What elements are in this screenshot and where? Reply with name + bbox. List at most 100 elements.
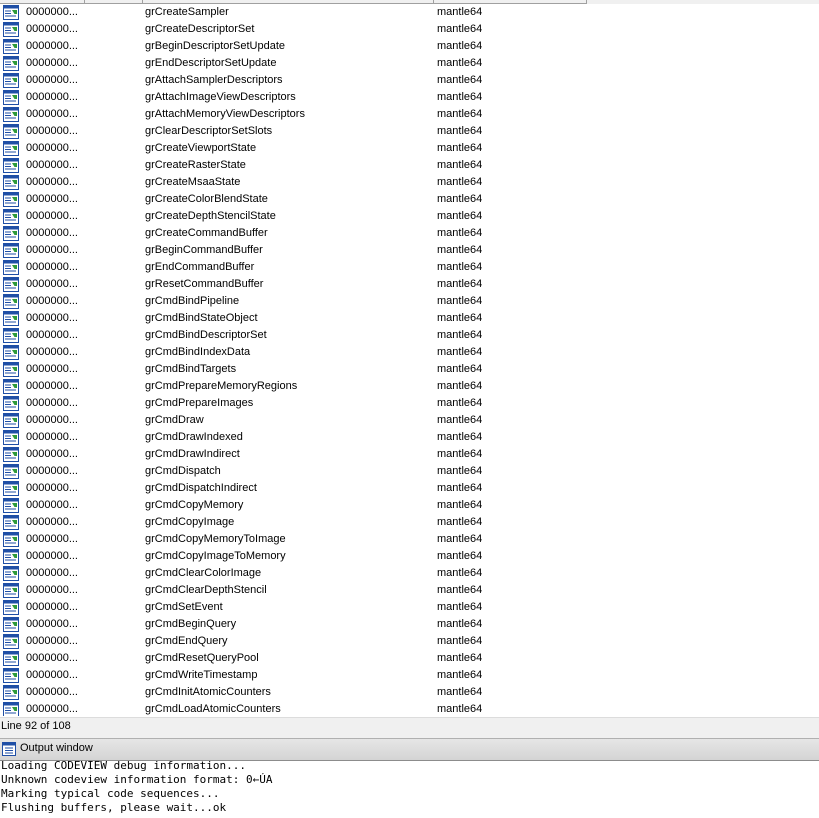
table-row[interactable]: 0000000... grCreateDescriptorSet mantle64 [0, 21, 819, 38]
function-name-cell: grCmdClearDepthStencil [145, 584, 267, 596]
table-row[interactable]: 0000000... grCmdResetQueryPool mantle64 [0, 650, 819, 667]
table-row[interactable]: 0000000... grCreateSampler mantle64 [0, 4, 819, 21]
function-name-cell: grAttachSamplerDescriptors [145, 74, 283, 86]
address-cell: 0000000... [26, 227, 78, 239]
address-cell: 0000000... [26, 465, 78, 477]
table-row[interactable]: 0000000... grBeginDescriptorSetUpdate mant… [0, 38, 819, 55]
table-row[interactable]: 0000000... grCreateColorBlendState mantle6… [0, 191, 819, 208]
library-cell: mantle64 [437, 125, 483, 137]
function-name-cell: grBeginCommandBuffer [145, 244, 263, 256]
imports-list[interactable]: 0000000... grCreateSampler mantle64 0000000… [0, 4, 819, 716]
table-row[interactable]: 0000000... grCreateCommandBuffer mantle64 [0, 225, 819, 242]
output-window-text[interactable]: Loading CODEVIEW debug information... Un… [0, 759, 819, 818]
table-row[interactable]: 0000000... grCmdClearDepthStencil mantle64 [0, 582, 819, 599]
table-row[interactable]: 0000000... grAttachMemoryViewDescriptors m… [0, 106, 819, 123]
import-function-icon [3, 651, 19, 666]
table-row[interactable]: 0000000... grCreateMsaaState mantle64 [0, 174, 819, 191]
table-row[interactable]: 0000000... grAttachSamplerDescriptors mant… [0, 72, 819, 89]
output-window-header[interactable]: Output window [0, 738, 819, 761]
table-row[interactable]: 0000000... grCmdCopyImageToMemory mantle64 [0, 548, 819, 565]
function-name-cell: grCreateMsaaState [145, 176, 241, 188]
table-row[interactable]: 0000000... grCmdBindIndexData mantle64 [0, 344, 819, 361]
function-name-cell: grCmdBindIndexData [145, 346, 251, 358]
import-function-icon [3, 73, 19, 88]
table-row[interactable]: 0000000... grClearDescriptorSetSlots mantl… [0, 123, 819, 140]
library-cell: mantle64 [437, 244, 483, 256]
address-cell: 0000000... [26, 23, 78, 35]
table-row[interactable]: 0000000... grCmdPrepareMemoryRegions mantl… [0, 378, 819, 395]
import-function-icon [3, 5, 19, 20]
table-row[interactable]: 0000000... grCreateDepthStencilState mantl… [0, 208, 819, 225]
table-row[interactable]: 0000000... grCmdSetEvent mantle64 [0, 599, 819, 616]
import-function-icon [3, 311, 19, 326]
address-cell: 0000000... [26, 414, 78, 426]
table-row[interactable]: 0000000... grCmdPrepareImages mantle64 [0, 395, 819, 412]
library-cell: mantle64 [437, 159, 483, 171]
table-row[interactable]: 0000000... grCmdClearColorImage mantle64 [0, 565, 819, 582]
function-name-cell: grCmdDrawIndirect [145, 448, 240, 460]
table-row[interactable]: 0000000... grCmdBindPipeline mantle64 [0, 293, 819, 310]
table-row[interactable]: 0000000... grCmdCopyMemoryToImage mantle64 [0, 531, 819, 548]
address-cell: 0000000... [26, 635, 78, 647]
table-row[interactable]: 0000000... grCmdInitAtomicCounters mantle6… [0, 684, 819, 701]
function-name-cell: grCmdBeginQuery [145, 618, 237, 630]
function-name-cell: grCmdBindStateObject [145, 312, 258, 324]
table-row[interactable]: 0000000... grCmdDispatchIndirect mantle64 [0, 480, 819, 497]
table-row[interactable]: 0000000... grBeginCommandBuffer mantle64 [0, 242, 819, 259]
library-cell: mantle64 [437, 74, 483, 86]
table-row[interactable]: 0000000... grCmdBindTargets mantle64 [0, 361, 819, 378]
table-row[interactable]: 0000000... grCmdDraw mantle64 [0, 412, 819, 429]
library-cell: mantle64 [437, 533, 483, 545]
table-row[interactable]: 0000000... grCmdWriteTimestamp mantle64 [0, 667, 819, 684]
library-cell: mantle64 [437, 516, 483, 528]
table-row[interactable]: 0000000... grCmdDrawIndirect mantle64 [0, 446, 819, 463]
table-row[interactable]: 0000000... grCmdLoadAtomicCounters mantle6… [0, 701, 819, 716]
table-row[interactable]: 0000000... grAttachImageViewDescriptors ma… [0, 89, 819, 106]
table-row[interactable]: 0000000... grCmdEndQuery mantle64 [0, 633, 819, 650]
library-cell: mantle64 [437, 584, 483, 596]
import-function-icon [3, 362, 19, 377]
address-cell: 0000000... [26, 533, 78, 545]
library-cell: mantle64 [437, 40, 483, 52]
library-cell: mantle64 [437, 703, 483, 715]
import-function-icon [3, 345, 19, 360]
status-bar: Line 92 of 108 [0, 717, 819, 738]
function-name-cell: grCreateDepthStencilState [145, 210, 276, 222]
function-name-cell: grCmdPrepareImages [145, 397, 254, 409]
address-cell: 0000000... [26, 363, 78, 375]
table-row[interactable]: 0000000... grCmdBeginQuery mantle64 [0, 616, 819, 633]
table-row[interactable]: 0000000... grCmdBindStateObject mantle64 [0, 310, 819, 327]
table-row[interactable]: 0000000... grCreateViewportState mantle64 [0, 140, 819, 157]
library-cell: mantle64 [437, 329, 483, 341]
library-cell: mantle64 [437, 210, 483, 222]
output-window-icon [2, 742, 16, 756]
import-function-icon [3, 498, 19, 513]
function-name-cell: grCmdDispatch [145, 465, 221, 477]
function-name-cell: grCmdLoadAtomicCounters [145, 703, 281, 715]
table-row[interactable]: 0000000... grCmdDispatch mantle64 [0, 463, 819, 480]
import-function-icon [3, 413, 19, 428]
import-function-icon [3, 90, 19, 105]
table-row[interactable]: 0000000... grResetCommandBuffer mantle64 [0, 276, 819, 293]
address-cell: 0000000... [26, 567, 78, 579]
address-cell: 0000000... [26, 244, 78, 256]
library-cell: mantle64 [437, 380, 483, 392]
function-name-cell: grCmdCopyImageToMemory [145, 550, 286, 562]
import-function-icon [3, 158, 19, 173]
import-function-icon [3, 39, 19, 54]
table-row[interactable]: 0000000... grCmdBindDescriptorSet mantle64 [0, 327, 819, 344]
table-row[interactable]: 0000000... grCmdCopyImage mantle64 [0, 514, 819, 531]
table-row[interactable]: 0000000... grCmdDrawIndexed mantle64 [0, 429, 819, 446]
table-row[interactable]: 0000000... grEndDescriptorSetUpdate mantle… [0, 55, 819, 72]
address-cell: 0000000... [26, 601, 78, 613]
address-cell: 0000000... [26, 176, 78, 188]
table-row[interactable]: 0000000... grCreateRasterState mantle64 [0, 157, 819, 174]
import-function-icon [3, 583, 19, 598]
table-row[interactable]: 0000000... grCmdCopyMemory mantle64 [0, 497, 819, 514]
library-cell: mantle64 [437, 295, 483, 307]
table-row[interactable]: 0000000... grEndCommandBuffer mantle64 [0, 259, 819, 276]
function-name-cell: grCmdResetQueryPool [145, 652, 259, 664]
function-name-cell: grEndDescriptorSetUpdate [145, 57, 277, 69]
address-cell: 0000000... [26, 618, 78, 630]
library-cell: mantle64 [437, 312, 483, 324]
